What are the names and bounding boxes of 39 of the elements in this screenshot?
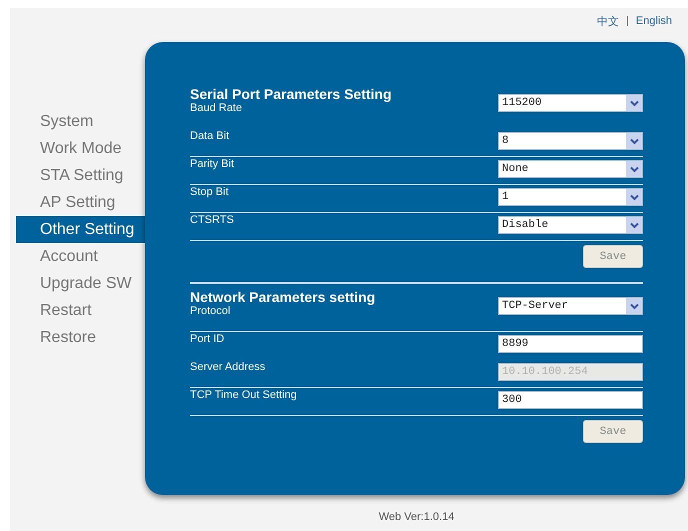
input-field[interactable]: 300: [498, 391, 643, 409]
sidebar-item[interactable]: STA Setting: [16, 162, 145, 189]
dropdown[interactable]: 8: [498, 132, 643, 150]
field-label: Stop Bit: [190, 185, 229, 198]
field-label: TCP Time Out Setting: [190, 388, 297, 401]
dropdown[interactable]: 115200: [498, 94, 643, 112]
dropdown[interactable]: None: [498, 160, 643, 178]
sidebar-item[interactable]: Account: [16, 243, 145, 270]
field-label: CTSRTS: [190, 213, 234, 226]
field-label: Baud Rate: [190, 101, 242, 114]
chevron-down-icon: [630, 138, 638, 144]
sidebar-item[interactable]: Work Mode: [16, 135, 145, 162]
sidebar-item[interactable]: Restore: [16, 324, 145, 351]
chevron-down-icon: [630, 194, 638, 200]
language-link[interactable]: English: [636, 15, 672, 27]
section-title: Serial Port Parameters Setting: [190, 87, 393, 101]
chevron-down-icon: [630, 302, 638, 310]
sidebar-item[interactable]: Upgrade SW: [16, 270, 145, 297]
field-label: Port ID: [190, 332, 224, 345]
language-link[interactable]: 中文: [596, 14, 619, 28]
input-field[interactable]: 8899: [498, 335, 643, 353]
chevron-down-icon: [630, 166, 638, 172]
field-label: Protocol: [190, 304, 230, 317]
field-label: Parity Bit: [190, 157, 234, 170]
sidebar-item[interactable]: Other Setting: [16, 216, 145, 243]
field-label: Data Bit: [190, 129, 230, 142]
version-text: Web Ver:1.0.14: [378, 510, 454, 525]
sidebar-item[interactable]: Restart: [16, 297, 145, 324]
field-label: Server Address: [190, 360, 266, 373]
sidebar-item[interactable]: AP Setting: [16, 189, 145, 216]
save-button[interactable]: Save: [583, 245, 643, 268]
dropdown[interactable]: TCP-Server: [498, 297, 643, 315]
sidebar-item[interactable]: System: [16, 108, 145, 135]
section-title: Network Parameters setting: [190, 290, 376, 304]
dropdown[interactable]: Disable: [498, 216, 643, 234]
save-button[interactable]: Save: [583, 420, 643, 443]
chevron-down-icon: [630, 222, 638, 228]
chevron-down-icon: [630, 100, 638, 106]
dropdown[interactable]: 1: [498, 188, 643, 206]
